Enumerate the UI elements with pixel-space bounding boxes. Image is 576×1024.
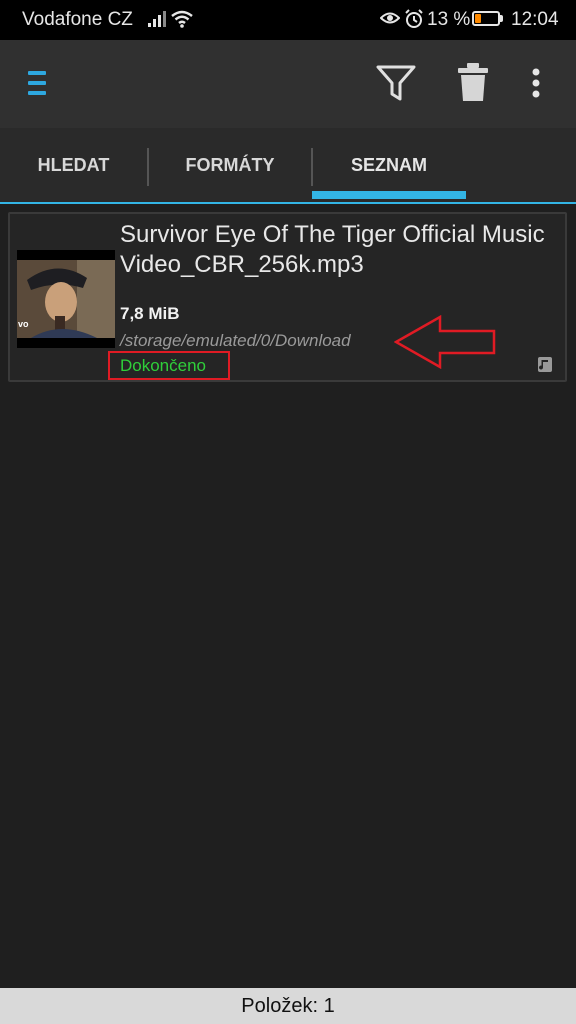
trash-icon[interactable] xyxy=(456,62,490,102)
overflow-menu-icon[interactable] xyxy=(530,68,542,100)
tab-bar: HLEDAT FORMÁTY SEZNAM xyxy=(0,128,576,202)
eye-icon xyxy=(380,12,400,24)
action-bar xyxy=(0,40,576,128)
file-size: 7,8 MiB xyxy=(120,304,180,323)
item-count-bar: Položek: 1 xyxy=(0,988,576,1024)
download-title: Survivor Eye Of The Tiger Official Music… xyxy=(120,221,545,278)
thumbnail-image xyxy=(17,250,115,348)
tab-hledat[interactable]: HLEDAT xyxy=(0,128,147,202)
annotation-arrow xyxy=(394,315,496,369)
battery-icon xyxy=(472,11,500,26)
battery-nub xyxy=(500,15,503,22)
wifi-icon xyxy=(171,10,193,28)
item-count: Položek: 1 xyxy=(241,994,335,1017)
tab-selected-indicator xyxy=(312,191,466,199)
file-path: /storage/emulated/0/Download xyxy=(120,331,351,350)
thumbnail-vevo-label: vo xyxy=(18,319,29,329)
annotation-highlight-box xyxy=(108,351,230,380)
filter-icon[interactable] xyxy=(376,64,416,102)
carrier-name: Vodafone CZ xyxy=(22,9,133,30)
alarm-icon xyxy=(405,9,423,28)
video-thumbnail: vo xyxy=(17,250,115,348)
signal-icon xyxy=(148,11,166,27)
menu-icon[interactable] xyxy=(28,71,50,97)
tab-formaty[interactable]: FORMÁTY xyxy=(149,128,311,202)
battery-percent: 13 % xyxy=(427,9,471,30)
music-note-icon xyxy=(538,357,552,372)
tabs-underline xyxy=(0,202,576,204)
status-bar: Vodafone CZ 13 % 12:04 xyxy=(0,0,576,40)
clock: 12:04 xyxy=(511,9,559,30)
